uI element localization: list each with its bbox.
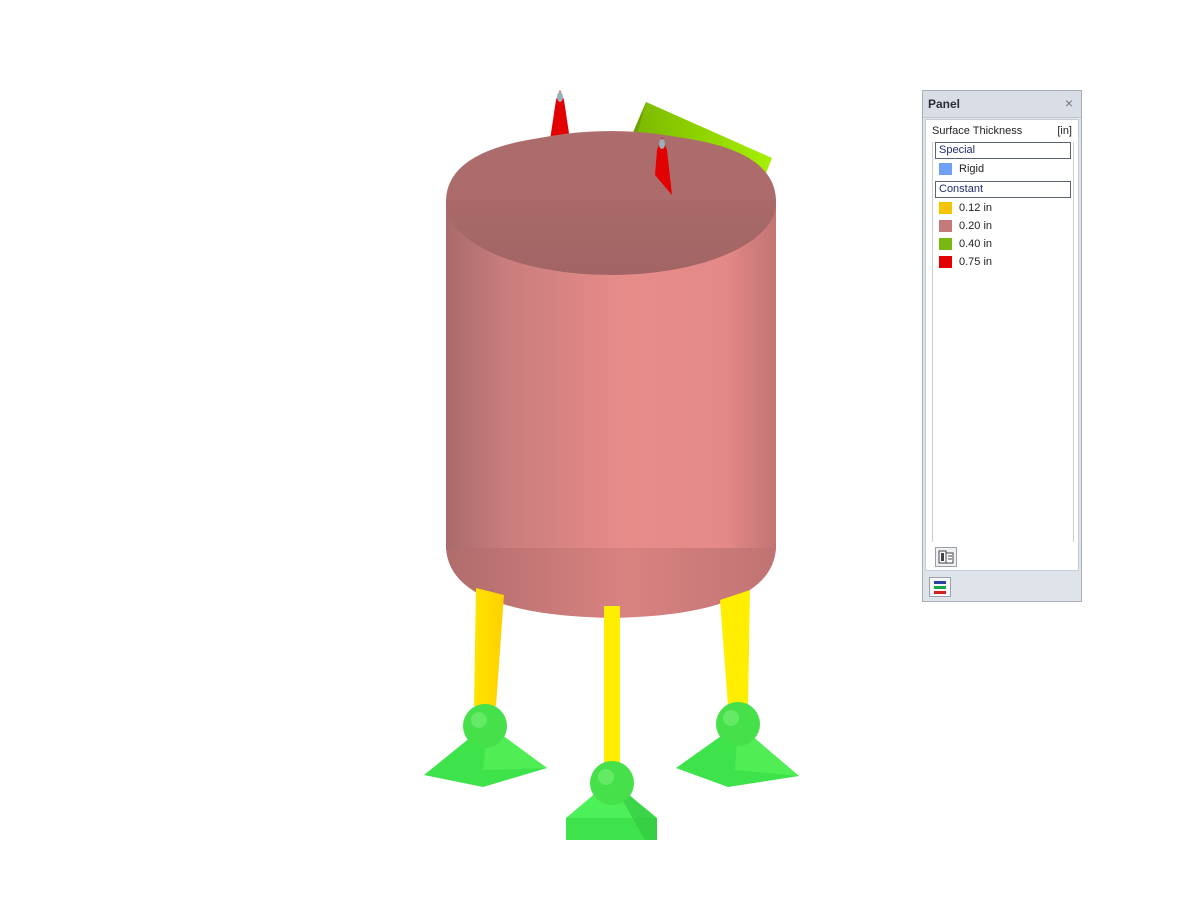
tank-shell	[446, 131, 776, 618]
legend-list: Special Rigid Constant 0.12 in 0.20 in 0…	[932, 142, 1074, 542]
legend-item-0-40: 0.40 in	[939, 237, 1069, 251]
legend-header-unit: [in]	[1057, 125, 1072, 137]
legend-item-label: Rigid	[959, 163, 985, 175]
support-base-right	[676, 702, 799, 787]
support-legs	[474, 588, 750, 770]
legend-item-label: 0.75 in	[959, 256, 993, 268]
color-legend-icon	[934, 581, 946, 594]
panel-title: Panel	[928, 97, 961, 111]
close-icon[interactable]: ×	[1061, 95, 1077, 111]
legend-header: Surface Thickness [in]	[932, 125, 1072, 139]
legend-item-label: 0.20 in	[959, 220, 993, 232]
legend-item-0-75: 0.75 in	[939, 255, 1069, 269]
support-base-middle	[566, 761, 657, 840]
color-swatch	[939, 238, 952, 250]
panel-titlebar[interactable]: Panel ×	[923, 91, 1081, 118]
legend-item-0-12: 0.12 in	[939, 201, 1069, 215]
color-swatch	[939, 220, 952, 232]
legend-item-label: 0.40 in	[959, 238, 993, 250]
support-base-left	[424, 704, 547, 787]
panel-footer	[925, 574, 1079, 600]
settings-panel-icon	[938, 550, 954, 564]
panel-body: Surface Thickness [in] Special Rigid Con…	[925, 119, 1079, 571]
color-legend-tab[interactable]	[929, 577, 951, 597]
legend-item-rigid: Rigid	[939, 162, 1069, 176]
panel-settings-button[interactable]	[935, 547, 957, 567]
legend-group-constant: Constant	[935, 181, 1071, 198]
legend-group-special: Special	[935, 142, 1071, 159]
color-swatch	[939, 202, 952, 214]
lifting-lug-left	[550, 90, 570, 140]
legend-item-label: 0.12 in	[959, 202, 993, 214]
color-swatch	[939, 256, 952, 268]
legend-panel: Panel × Surface Thickness [in] Special R…	[922, 90, 1082, 602]
legend-item-0-20: 0.20 in	[939, 219, 1069, 233]
color-swatch	[939, 163, 952, 175]
legend-header-label: Surface Thickness	[932, 125, 1023, 137]
